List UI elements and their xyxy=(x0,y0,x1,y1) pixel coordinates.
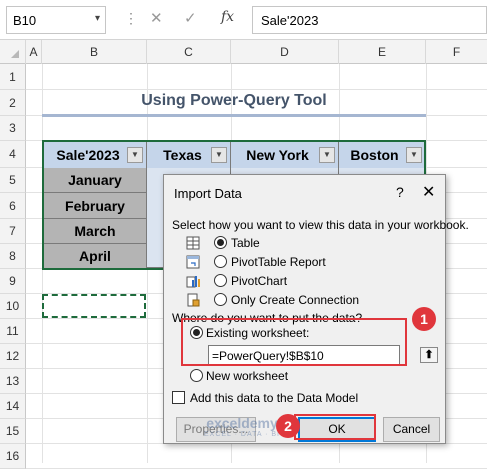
chevron-down-icon[interactable]: ▾ xyxy=(95,13,100,24)
connection-only-option-label[interactable]: Only Create Connection xyxy=(231,293,359,307)
dialog-title: Import Data xyxy=(174,186,242,201)
select-all-corner[interactable] xyxy=(0,40,26,64)
data-model-label[interactable]: Add this data to the Data Model xyxy=(190,391,358,405)
cancel-button[interactable]: Cancel xyxy=(383,417,440,442)
name-box[interactable]: B10 ▾ xyxy=(6,6,106,34)
row-header-2[interactable]: 2 xyxy=(0,90,26,116)
formula-bar: B10 ▾ ⋮ ✕ ✓ fx Sale'2023 xyxy=(0,0,487,40)
row-header-5[interactable]: 5 xyxy=(0,168,26,193)
row-header-8[interactable]: 8 xyxy=(0,244,26,269)
new-worksheet-radio[interactable] xyxy=(190,369,203,382)
title-underline xyxy=(42,114,426,117)
help-icon[interactable]: ? xyxy=(396,184,404,200)
row-header-4[interactable]: 4 xyxy=(0,141,26,168)
pivotchart-option-label[interactable]: PivotChart xyxy=(231,274,287,288)
connection-icon xyxy=(187,293,200,307)
table-radio[interactable] xyxy=(214,236,227,249)
data-model-checkbox[interactable] xyxy=(172,391,185,404)
collapse-dialog-icon[interactable]: ⬆ xyxy=(420,347,438,363)
column-header-bar: A B C D E F xyxy=(0,40,487,64)
drag-handle-icon[interactable]: ⋮ xyxy=(124,10,138,27)
formula-input[interactable]: Sale'2023 xyxy=(252,6,487,34)
close-icon[interactable]: ✕ xyxy=(422,182,435,202)
column-header-c[interactable]: C xyxy=(147,40,231,64)
row-header-12[interactable]: 12 xyxy=(0,344,26,369)
row-header-14[interactable]: 14 xyxy=(0,394,26,419)
import-data-dialog: Import Data ? ✕ Select how you want to v… xyxy=(163,174,469,444)
name-box-value: B10 xyxy=(13,13,37,28)
pivottable-radio[interactable] xyxy=(214,255,227,268)
row-header-16[interactable]: 16 xyxy=(0,444,26,469)
row-header-9[interactable]: 9 xyxy=(0,269,26,294)
column-header-b[interactable]: B xyxy=(42,40,147,64)
step-badge-2: 2 xyxy=(276,414,300,438)
column-header-f[interactable]: F xyxy=(426,40,487,64)
annotation-box-ok xyxy=(294,414,376,440)
row-header-3[interactable]: 3 xyxy=(0,116,26,141)
row-header-1[interactable]: 1 xyxy=(0,64,26,90)
view-prompt: Select how you want to view this data in… xyxy=(172,218,469,232)
cancel-entry-icon[interactable]: ✕ xyxy=(150,9,163,27)
annotation-box-location xyxy=(181,318,407,366)
new-worksheet-label[interactable]: New worksheet xyxy=(206,369,288,383)
step-badge-1: 1 xyxy=(412,307,436,331)
insert-function-icon[interactable]: fx xyxy=(221,9,234,25)
confirm-entry-icon[interactable]: ✓ xyxy=(184,9,197,27)
row-header-10[interactable]: 10 xyxy=(0,294,26,319)
row-header-6[interactable]: 6 xyxy=(0,193,26,219)
pivottable-option-label[interactable]: PivotTable Report xyxy=(231,255,326,269)
row-header-7[interactable]: 7 xyxy=(0,219,26,244)
table-icon xyxy=(186,236,200,250)
row-header-15[interactable]: 15 xyxy=(0,419,26,444)
pivotchart-radio[interactable] xyxy=(214,274,227,287)
table-option-label[interactable]: Table xyxy=(231,236,260,250)
formula-text: Sale'2023 xyxy=(261,13,319,28)
row-header-13[interactable]: 13 xyxy=(0,369,26,394)
column-header-e[interactable]: E xyxy=(339,40,426,64)
sheet-title: Using Power-Query Tool xyxy=(141,92,327,109)
column-header-a[interactable]: A xyxy=(26,40,42,64)
column-header-d[interactable]: D xyxy=(231,40,339,64)
pivotchart-icon xyxy=(186,276,200,288)
copied-cell-marquee[interactable] xyxy=(42,294,146,318)
row-header-11[interactable]: 11 xyxy=(0,319,26,344)
pivottable-icon xyxy=(186,255,200,269)
connection-only-radio[interactable] xyxy=(214,293,227,306)
